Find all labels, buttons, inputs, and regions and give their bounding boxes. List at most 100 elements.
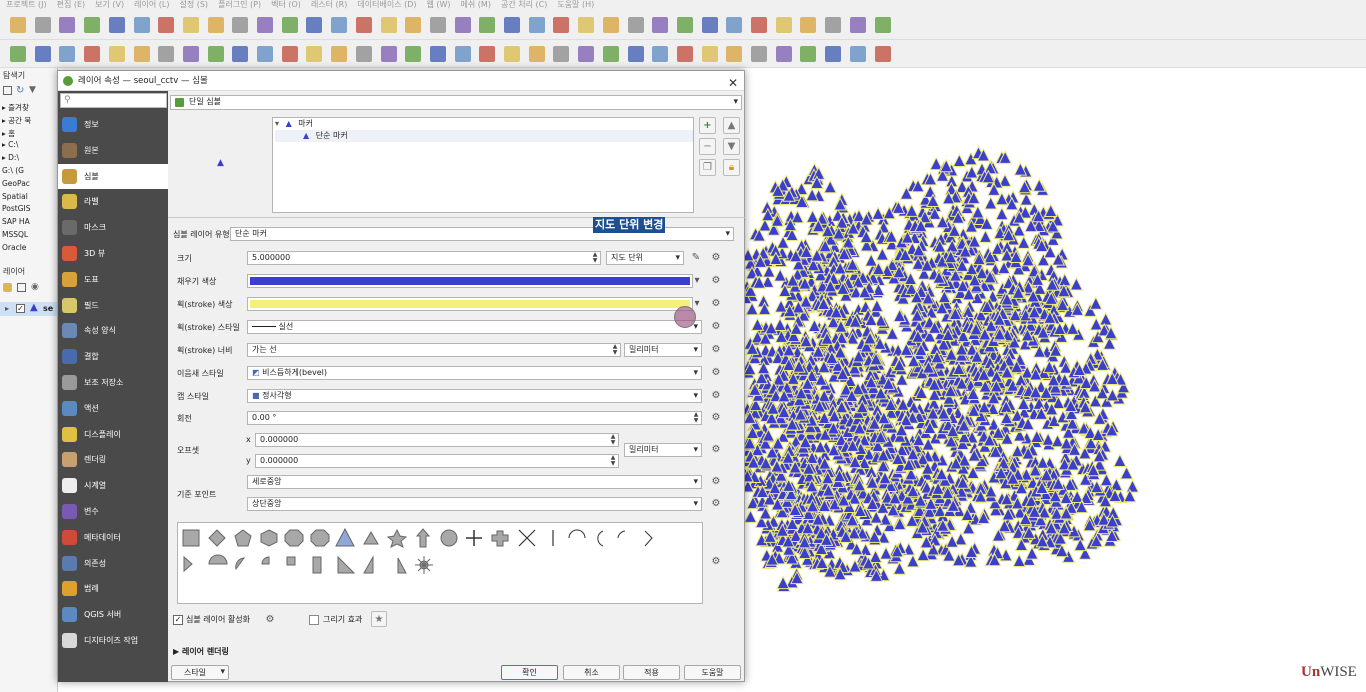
toolbar-button-icon[interactable] <box>701 46 718 62</box>
toolbar-button-icon[interactable] <box>281 46 298 62</box>
browser-item[interactable]: Oracle <box>2 243 26 252</box>
marker-shape-option[interactable] <box>597 530 604 547</box>
menu-item[interactable]: 도움말 (H) <box>557 0 594 9</box>
toolbar-button-icon[interactable] <box>306 46 323 62</box>
menu-item[interactable]: 래스터 (R) <box>311 0 347 9</box>
layer-checkbox[interactable]: ✓ <box>16 304 25 313</box>
spin-arrows-icon[interactable]: ▲ ▼ <box>609 455 617 467</box>
toolbar-button-icon[interactable] <box>726 17 743 33</box>
menu-item[interactable]: 벡터 (O) <box>271 0 301 9</box>
refresh-icon[interactable]: ↻ <box>16 85 24 96</box>
sidebar-search-input[interactable]: ⚲ <box>60 93 167 108</box>
enable-data-defined-icon[interactable]: ⚙ <box>262 613 278 627</box>
sidebar-item[interactable]: 범례 <box>58 576 168 601</box>
menu-item[interactable]: 레이어 (L) <box>134 0 169 9</box>
menu-item[interactable]: 데이터베이스 (D) <box>357 0 416 9</box>
toolbar-button-icon[interactable] <box>380 17 397 33</box>
marker-shape-option[interactable] <box>234 529 252 547</box>
menu-item[interactable]: 프로젝트 (J) <box>6 0 47 9</box>
size-unit-select[interactable]: 지도 단위 <box>606 251 684 265</box>
offset-unit-select[interactable]: 밀리미터 <box>624 443 702 457</box>
toolbar-button-icon[interactable] <box>281 17 298 33</box>
menu-item[interactable]: 공간 처리 (C) <box>501 0 547 9</box>
toolbar-button-icon[interactable] <box>578 46 595 62</box>
toolbar-button-icon[interactable] <box>108 17 125 33</box>
duplicate-button[interactable]: ❐ <box>699 159 716 176</box>
marker-shape-option[interactable] <box>286 556 296 566</box>
browser-item[interactable]: ▸ C:\ <box>2 140 18 149</box>
marker-shape-option[interactable] <box>310 529 330 547</box>
sidebar-item[interactable]: 정보 <box>58 112 168 137</box>
marker-shape-option[interactable] <box>491 530 509 547</box>
toolbar-button-icon[interactable] <box>479 17 496 33</box>
spin-arrows-icon[interactable]: ▲ ▼ <box>692 412 700 424</box>
spin-arrows-icon[interactable]: ▲ ▼ <box>591 252 599 264</box>
toolbar-button-icon[interactable] <box>602 46 619 62</box>
marker-shape-option[interactable] <box>337 555 356 574</box>
toolbar-button-icon[interactable] <box>257 46 273 62</box>
toolbar-button-icon[interactable] <box>874 46 891 62</box>
cap-data-defined-icon[interactable]: ⚙ <box>708 389 724 403</box>
sidebar-item[interactable]: 심볼 <box>58 163 168 189</box>
toolbar-button-icon[interactable] <box>380 46 397 62</box>
toolbar-button-icon[interactable] <box>10 17 26 33</box>
layer-rendering-section[interactable]: ▶ 레이어 렌더링 <box>173 646 229 657</box>
marker-shape-option[interactable] <box>466 530 482 546</box>
marker-shape-option[interactable] <box>335 527 355 547</box>
data-defined-override-icon[interactable]: ⚙ <box>708 251 724 265</box>
toolbar-button-icon[interactable] <box>676 46 693 62</box>
rotation-data-defined-icon[interactable]: ⚙ <box>708 411 724 425</box>
anchor-h-data-defined-icon[interactable]: ⚙ <box>708 475 724 489</box>
toolbar-button-icon[interactable] <box>158 46 175 62</box>
spin-arrows-icon[interactable]: ▲ ▼ <box>611 344 619 356</box>
anchor-vertical-select[interactable]: 상단중앙 <box>247 497 702 511</box>
toolbar-button-icon[interactable] <box>627 46 644 62</box>
sidebar-item[interactable]: 메타데이터 <box>58 525 168 550</box>
join-data-defined-icon[interactable]: ⚙ <box>708 366 724 380</box>
toolbar-button-icon[interactable] <box>825 46 842 62</box>
sidebar-item[interactable]: 의존성 <box>58 551 168 576</box>
toolbar-button-icon[interactable] <box>331 46 348 62</box>
marker-shape-option[interactable] <box>260 529 278 547</box>
toolbar-button-icon[interactable] <box>182 46 199 62</box>
toolbar-button-icon[interactable] <box>775 46 792 62</box>
shape-data-defined-icon[interactable]: ⚙ <box>708 555 724 569</box>
sidebar-item[interactable]: 보조 저장소 <box>58 370 168 395</box>
offset-x-input[interactable]: 0.000000 ▲ ▼ <box>255 433 619 447</box>
move-down-button[interactable]: ▼ <box>723 138 740 155</box>
eye-icon[interactable]: ◉ <box>31 282 39 293</box>
toolbar-button-icon[interactable] <box>355 17 372 33</box>
browser-item[interactable]: ▸ D:\ <box>2 153 19 162</box>
toolbar-button-icon[interactable] <box>232 46 249 62</box>
toolbar-button-icon[interactable] <box>504 46 520 62</box>
toolbar-button-icon[interactable] <box>59 17 76 33</box>
stroke-width-unit-select[interactable]: 밀리미터 <box>624 343 702 357</box>
toolbar-button-icon[interactable] <box>800 17 817 33</box>
marker-shape-option[interactable] <box>208 529 226 547</box>
marker-shape-option[interactable] <box>312 556 322 574</box>
filter-icon[interactable]: ▼ <box>29 85 36 96</box>
close-icon[interactable]: ✕ <box>728 73 738 93</box>
sidebar-item[interactable]: 3D 뷰 <box>58 241 168 266</box>
marker-shape-option[interactable] <box>617 530 626 539</box>
toolbar-button-icon[interactable] <box>207 46 224 62</box>
marker-shape-option[interactable] <box>415 528 431 548</box>
join-style-select[interactable]: ◩ 비스듬하게(bevel) <box>247 366 702 380</box>
toolbar-button-icon[interactable] <box>158 17 175 33</box>
sidebar-item[interactable]: 속성 양식 <box>58 318 168 343</box>
help-button[interactable]: 도움말 <box>684 665 741 680</box>
toolbar-button-icon[interactable] <box>34 46 51 62</box>
ok-button[interactable]: 확인 <box>501 665 558 680</box>
toolbar-button-icon[interactable] <box>59 46 76 62</box>
stroke-width-input[interactable]: 가는 선 ▲ ▼ <box>247 343 621 357</box>
toolbar-button-icon[interactable] <box>825 17 842 33</box>
add-group-icon[interactable] <box>17 283 26 292</box>
toolbar-button-icon[interactable] <box>751 46 767 62</box>
toolbar-button-icon[interactable] <box>405 17 422 33</box>
toolbar-button-icon[interactable] <box>84 46 101 62</box>
toolbar-button-icon[interactable] <box>429 17 446 33</box>
sidebar-item[interactable]: 도표 <box>58 267 168 292</box>
add-symbol-layer-button[interactable]: + <box>699 117 716 134</box>
marker-shape-option[interactable] <box>644 530 653 547</box>
browser-item[interactable]: G:\ (G <box>2 166 24 175</box>
